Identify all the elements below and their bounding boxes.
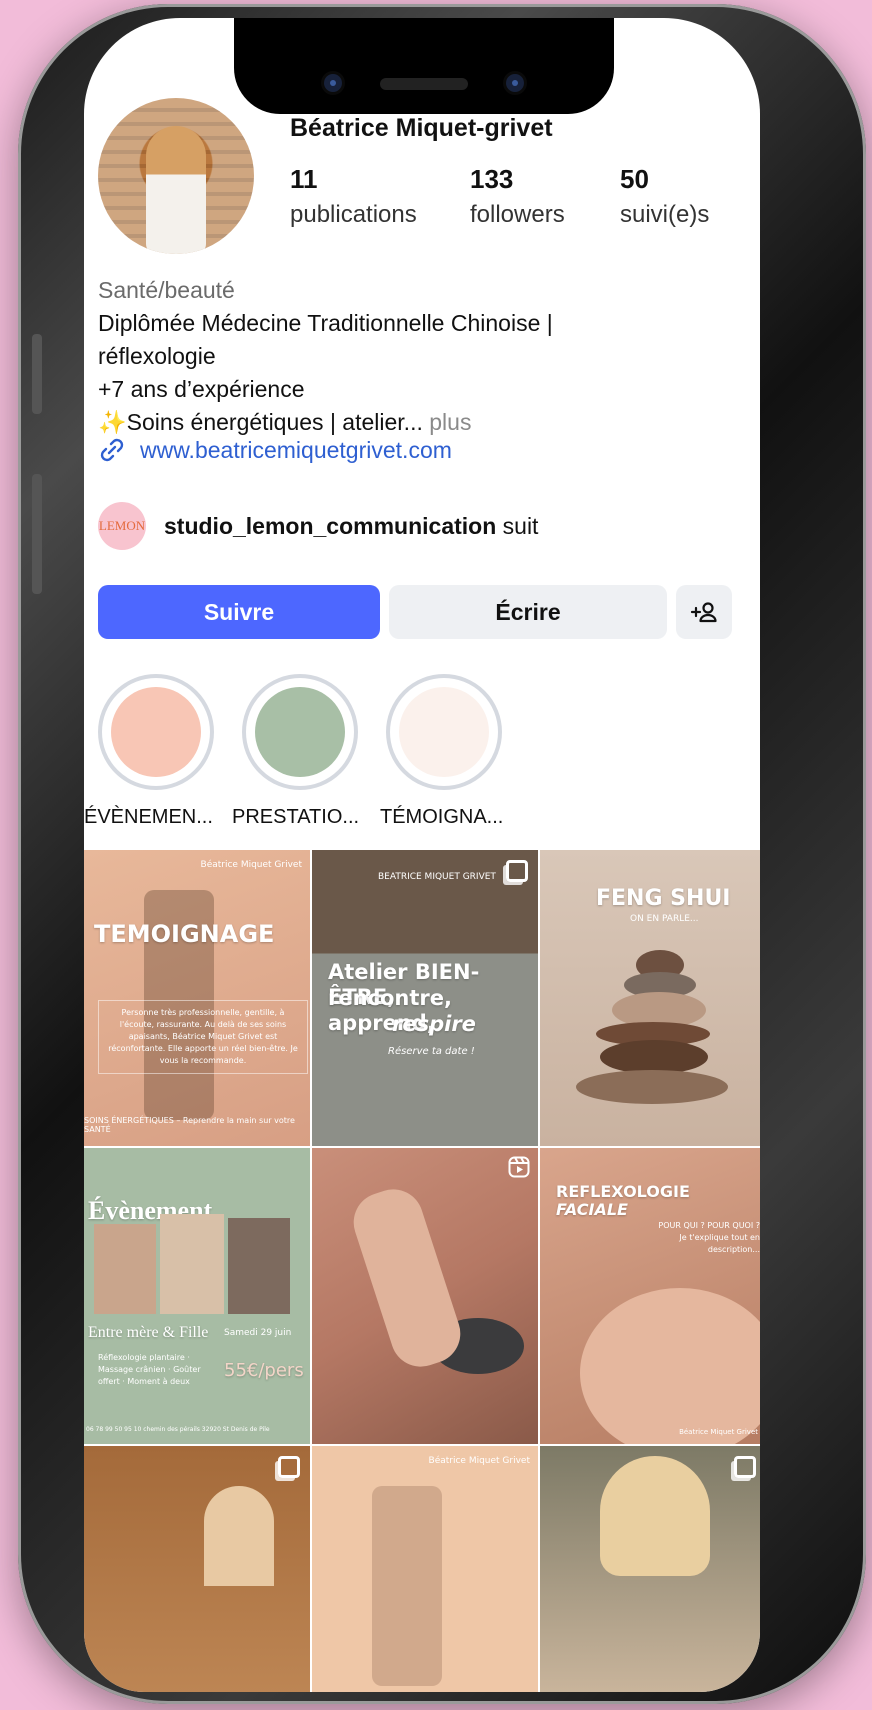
stone-shape: [576, 1070, 728, 1104]
highlight-label: TÉMOIGNA...: [380, 806, 504, 828]
followed-by-text: studio_lemon_communication suit: [164, 513, 538, 540]
post-massage-video[interactable]: [312, 1148, 538, 1444]
highlight-cover: [255, 687, 345, 777]
message-button[interactable]: Écrire: [389, 585, 667, 639]
profile-bio: Santé/beauté Diplômée Médecine Tradition…: [98, 274, 748, 439]
post-subtitle: Réserve ta date !: [388, 1046, 475, 1057]
highlight-cover: [111, 687, 201, 777]
add-person-icon: [690, 602, 717, 623]
post-footer: SOINS ÉNERGÉTIQUES – Reprendre la main s…: [84, 1116, 295, 1134]
hand-shape: [345, 1181, 469, 1375]
bio-line-with-more: ✨Soins énergétiques | atelier... plus: [98, 406, 748, 439]
bio-line: Diplômée Médecine Traditionnelle Chinois…: [98, 310, 553, 336]
followed-by-avatar: LEMON: [98, 502, 146, 550]
front-camera: [324, 74, 342, 92]
post-brand: Béatrice Miquet Grivet: [200, 860, 302, 870]
highlight-prestations[interactable]: PRESTATIO...: [232, 674, 359, 828]
post-list: Réflexologie plantaire · Massage crânien…: [98, 1353, 201, 1386]
post-evenement[interactable]: Évènement Entre mère & Fille Samedi 29 j…: [84, 1148, 310, 1444]
stat-label: publications: [290, 201, 417, 228]
followed-by-suffix: suit: [502, 512, 539, 539]
stat-value: 50: [620, 164, 649, 194]
carousel-icon: [734, 1456, 756, 1478]
carousel-icon: [278, 1456, 300, 1478]
stat-value: 11: [290, 164, 318, 194]
post-brand: Béatrice Miquet Grivet: [679, 1428, 758, 1436]
website-url: www.beatricemiquetgrivet.com: [140, 436, 452, 463]
bio-line: +7 ans d’expérience: [98, 376, 305, 402]
post-title-line: respire: [392, 1012, 476, 1036]
volume-down-button: [32, 474, 42, 594]
post-subtitle: POUR QUI ? POUR QUOI ? Je t'explique tou…: [658, 1221, 760, 1254]
highlight-ring: [98, 674, 214, 790]
post-subtitle: Entre mère & Fille: [88, 1324, 209, 1341]
link-icon: [100, 438, 124, 462]
bio-line: réflexologie: [98, 343, 216, 369]
stat-label: suivi(e)s: [620, 201, 710, 228]
stat-following[interactable]: 50 suivi(e)s: [620, 164, 709, 229]
photo-placeholder: [94, 1224, 156, 1314]
post-reflexologie-faciale[interactable]: REFLEXOLOGIE FACIALE POUR QUI ? POUR QUO…: [540, 1148, 760, 1444]
photo-placeholder: [228, 1218, 290, 1314]
post-price: 55€/pers: [224, 1360, 304, 1381]
website-link[interactable]: www.beatricemiquetgrivet.com: [98, 436, 452, 464]
stat-publications[interactable]: 11 publications: [290, 164, 417, 229]
post-contact: 06 78 99 50 95 10 chemin des pérails 329…: [86, 1426, 270, 1433]
post-row3-3[interactable]: [540, 1446, 760, 1692]
post-temoignage[interactable]: Béatrice Miquet Grivet TEMOIGNAGE Person…: [84, 850, 310, 1146]
carousel-icon: [506, 860, 528, 882]
follow-button[interactable]: Suivre: [98, 585, 380, 639]
stone-shape: [600, 1040, 708, 1074]
post-title: FENG SHUI: [596, 886, 731, 911]
highlight-evenements[interactable]: ÉVÈNEMEN...: [84, 674, 214, 828]
post-atelier[interactable]: BEATRICE MIQUET GRIVET Atelier BIEN-ÊTRE…: [312, 850, 538, 1146]
followed-by[interactable]: LEMON studio_lemon_communication suit: [98, 502, 538, 550]
posts-grid: Béatrice Miquet Grivet TEMOIGNAGE Person…: [84, 850, 760, 1692]
stat-value: 133: [470, 164, 514, 194]
bottle-shape: [372, 1486, 442, 1686]
post-row3-1[interactable]: [84, 1446, 310, 1692]
post-row3-2[interactable]: Béatrice Miquet Grivet: [312, 1446, 538, 1692]
followed-by-username: studio_lemon_communication: [164, 512, 497, 539]
add-user-button[interactable]: [676, 585, 732, 639]
highlight-ring: [386, 674, 502, 790]
post-quote: Personne très professionnelle, gentille,…: [98, 1000, 308, 1074]
bio-more-link[interactable]: plus: [429, 409, 471, 435]
notch: [234, 18, 614, 114]
speaker-grille: [380, 78, 468, 90]
bio-line: ✨Soins énergétiques | atelier...: [98, 409, 423, 435]
person-shape: [204, 1486, 274, 1586]
phone-screen: Béatrice Miquet-grivet 11 publications 1…: [84, 18, 760, 1692]
person-shape: [600, 1456, 710, 1576]
post-brand: BEATRICE MIQUET GRIVET: [378, 872, 496, 882]
post-date: Samedi 29 juin: [224, 1328, 292, 1338]
stat-followers[interactable]: 133 followers: [470, 164, 565, 229]
highlight-cover: [399, 687, 489, 777]
post-title-line: REFLEXOLOGIE: [556, 1182, 690, 1201]
profile-name: Béatrice Miquet-grivet: [290, 114, 553, 142]
highlight-ring: [242, 674, 358, 790]
highlight-temoignages[interactable]: TÉMOIGNA...: [380, 674, 503, 828]
post-brand: Béatrice Miquet Grivet: [428, 1456, 530, 1466]
face-shape: [580, 1288, 760, 1444]
post-feng-shui[interactable]: FENG SHUI ON EN PARLE...: [540, 850, 760, 1146]
sensor: [506, 74, 524, 92]
profile-avatar[interactable]: [98, 98, 254, 254]
stat-label: followers: [470, 201, 565, 228]
post-title-line: FACIALE: [556, 1200, 628, 1219]
profile-category: Santé/beauté: [98, 277, 235, 303]
volume-up-button: [32, 334, 42, 414]
post-subtitle: ON EN PARLE...: [630, 914, 699, 924]
reels-icon: [508, 1156, 530, 1178]
post-title: TEMOIGNAGE: [94, 920, 275, 948]
photo-placeholder: [160, 1214, 224, 1314]
